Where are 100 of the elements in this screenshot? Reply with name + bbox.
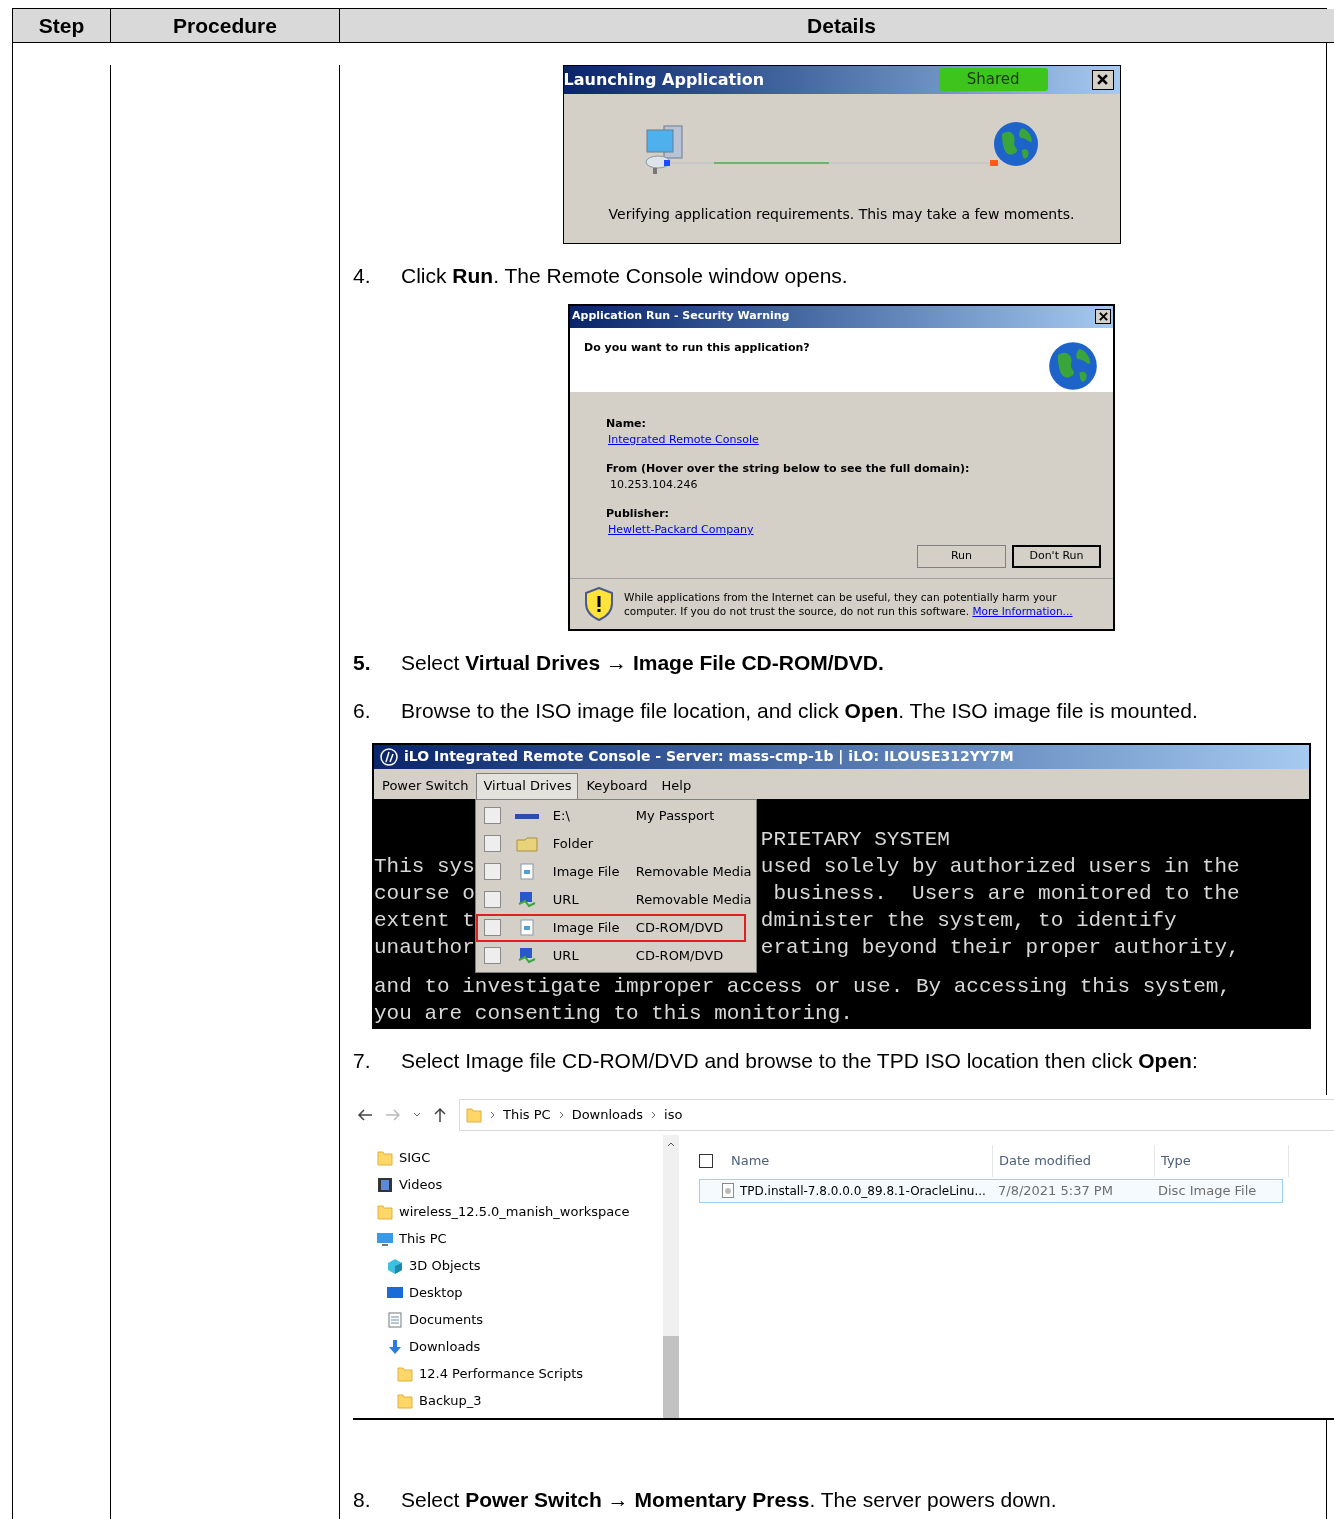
close-button[interactable]	[1095, 309, 1111, 324]
console-text: course o	[374, 881, 475, 905]
console-text: you are consenting to this monitoring.	[374, 1001, 853, 1025]
file-name: TPD.install-7.8.0.0.0_89.8.1-OracleLinu...	[740, 1182, 986, 1200]
menu-item[interactable]: Help	[655, 772, 698, 799]
drive-type: URL	[552, 890, 580, 909]
step-number: 8.	[353, 1486, 372, 1513]
drive-type: URL	[552, 946, 580, 965]
film-icon	[377, 1177, 393, 1193]
checkbox[interactable]	[483, 807, 501, 824]
step-text: Browse to the ISO image file location, and click Open. The ISO image file is mounted.	[401, 697, 1198, 724]
chevron-right-icon	[651, 1110, 657, 1119]
tree-item[interactable]: Documents	[353, 1306, 663, 1334]
menu-option[interactable]: Image File Removable Media	[475, 857, 756, 886]
folder-icon	[377, 1204, 393, 1220]
file-date: 7/8/2021 5:37 PM	[997, 1181, 1114, 1200]
step-number: 4.	[353, 262, 372, 289]
file-row[interactable]: TPD.install-7.8.0.0.0_89.8.1-OracleLinu... 7/8/2021 5:37 PM Disc Image File	[699, 1178, 1283, 1203]
shared-badge: Shared	[938, 68, 1048, 91]
address-bar[interactable]: This PC Downloads iso	[459, 1098, 1334, 1131]
logo-icon	[380, 747, 398, 766]
breadcrumb[interactable]: iso	[664, 1104, 683, 1125]
drive-type: E:\	[552, 806, 571, 825]
media-label: CD-ROM/DVD	[635, 946, 724, 965]
scrollbar[interactable]	[663, 1134, 679, 1418]
menu-item[interactable]: Power Switch	[376, 772, 475, 799]
field-link[interactable]: Hewlett-Packard Company	[608, 522, 754, 539]
tree-item[interactable]: This PC	[353, 1225, 663, 1253]
menu-item[interactable]: Virtual Drives	[476, 772, 579, 799]
media-label: Removable Media	[635, 890, 752, 909]
menu-item[interactable]: Keyboard	[580, 772, 654, 799]
close-icon	[1098, 312, 1108, 321]
folder-icon	[397, 1366, 413, 1382]
folder-icon	[397, 1393, 413, 1409]
breadcrumb[interactable]: Downloads	[571, 1104, 644, 1125]
column-header: Details	[340, 9, 1334, 43]
dialog-button[interactable]: Run	[917, 544, 1006, 568]
select-all-checkbox[interactable]	[699, 1153, 713, 1168]
chevron-up-icon	[667, 1140, 675, 1147]
file-icon	[519, 919, 534, 936]
field-label: Name:	[606, 415, 647, 432]
checkbox[interactable]	[483, 863, 501, 880]
drive-type: Image File	[552, 862, 621, 881]
checkbox[interactable]	[483, 919, 501, 936]
chevron-down-icon[interactable]	[413, 1111, 421, 1118]
step-number: 6.	[353, 697, 372, 724]
menu-option[interactable]: URL Removable Media	[475, 885, 756, 914]
field-label: From (Hover over the string below to see the full domain):	[606, 460, 971, 477]
menu-option[interactable]: URL CD-ROM/DVD	[475, 941, 756, 970]
console-text: business. Users are monitored to the	[772, 881, 1240, 905]
console-text: and to investigate improper access or use. By accessing this system,	[374, 974, 1231, 998]
forward-arrow-icon[interactable]	[385, 1107, 401, 1122]
tree-item[interactable]: Downloads	[353, 1333, 663, 1361]
menu-option[interactable]: Image File CD-ROM/DVD	[475, 913, 746, 942]
column-header[interactable]: Type	[1155, 1144, 1289, 1177]
step-number: 5.	[353, 649, 372, 676]
field-label: Publisher:	[606, 505, 670, 522]
checkbox[interactable]	[483, 835, 501, 852]
media-label: CD-ROM/DVD	[635, 918, 724, 937]
network-icon	[516, 946, 537, 965]
dialog-button[interactable]: Don't Run	[1012, 544, 1101, 568]
more-information-link[interactable]: More Information...	[972, 604, 1073, 617]
tree-item[interactable]: 3D Objects	[353, 1252, 663, 1280]
back-arrow-icon[interactable]	[357, 1107, 373, 1122]
tree-item[interactable]: Desktop	[353, 1279, 663, 1307]
monitor-icon	[377, 1231, 393, 1247]
tree-item[interactable]: Backup_3	[353, 1387, 663, 1415]
desktop-icon	[387, 1285, 403, 1301]
field-link[interactable]: Integrated Remote Console	[608, 432, 759, 449]
menu-option[interactable]: E:\ My Passport	[475, 801, 756, 830]
checkbox[interactable]	[483, 947, 501, 964]
close-button[interactable]	[1091, 69, 1114, 90]
tree-item[interactable]: 12.4 Performance Scripts	[353, 1360, 663, 1388]
tree-item[interactable]: wireless_12.5.0_manish_workspace	[353, 1198, 663, 1226]
window-title: Application Run - Security Warning	[572, 308, 790, 325]
column-header: Step	[13, 9, 111, 43]
network-icon	[516, 890, 537, 909]
step-number: 7.	[353, 1047, 372, 1074]
column-header[interactable]: Name	[725, 1144, 993, 1177]
step-text: Select Image file CD-ROM/DVD and browse to the TPD ISO location then click Open:	[401, 1047, 1198, 1074]
tree-item[interactable]: SIGC	[353, 1144, 663, 1172]
warning-text: While applications from the Internet can be useful, they can potentially harm your computer. If you do not trust the source, do not run this software. More Information...	[624, 589, 1074, 618]
step-text: Select Virtual Drives → Image File CD-ROM/DVD.	[401, 649, 884, 676]
chevron-right-icon	[558, 1110, 564, 1119]
checkbox[interactable]	[483, 891, 501, 908]
tree-item[interactable]: Videos	[353, 1171, 663, 1199]
folder-icon	[466, 1106, 482, 1123]
console-text: PRIETARY SYSTEM	[760, 827, 950, 851]
breadcrumb[interactable]: This PC	[503, 1104, 551, 1125]
up-arrow-icon[interactable]	[433, 1106, 447, 1123]
cube-icon	[387, 1258, 403, 1274]
console-text: unauthor	[374, 935, 475, 959]
console-text: used solely by authorized users in the	[760, 854, 1240, 878]
file-icon	[519, 863, 534, 880]
folder-icon	[515, 835, 538, 852]
menu-option[interactable]: Folder	[475, 829, 756, 858]
step-text: Click Run. The Remote Console window opens.	[401, 262, 848, 289]
column-header[interactable]: Date modified	[993, 1144, 1155, 1177]
step-text: Select Power Switch → Momentary Press. The server powers down.	[401, 1486, 1057, 1513]
console-text: dminister the system, to identify	[760, 908, 1177, 932]
